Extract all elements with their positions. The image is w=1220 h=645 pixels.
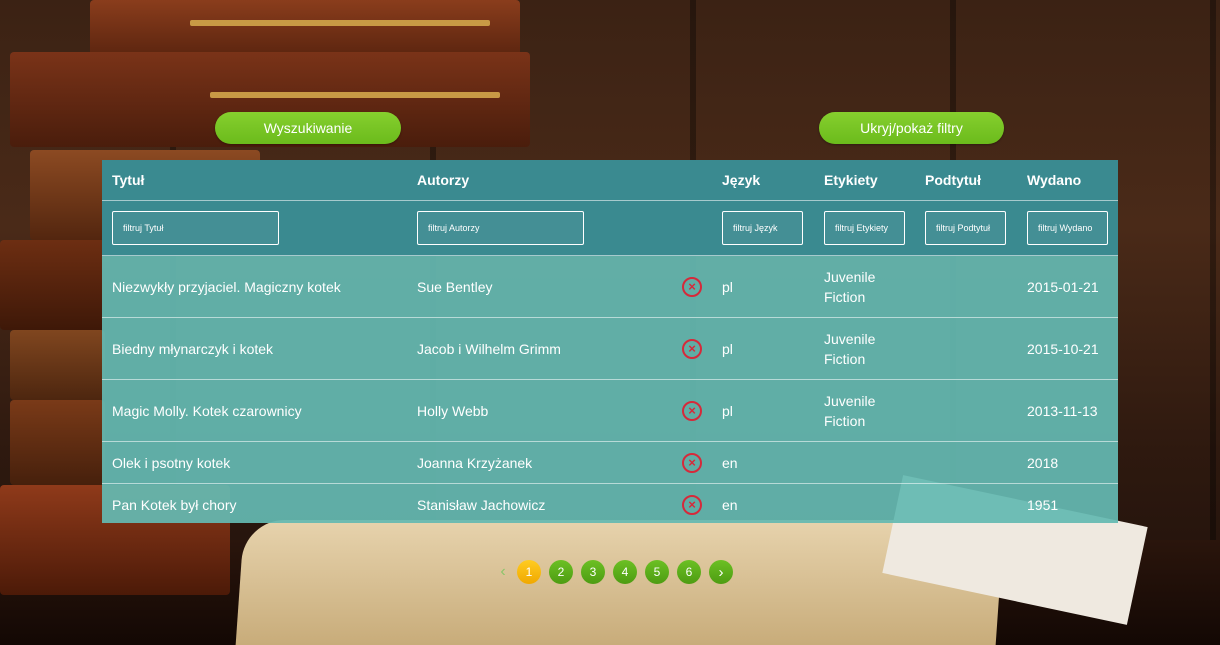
search-button[interactable]: Wyszukiwanie xyxy=(215,112,401,144)
cell-authors: Joanna Krzyżanek xyxy=(417,454,533,471)
column-header-subtitle[interactable]: Podtytuł xyxy=(925,160,981,200)
filter-subtitle-input[interactable] xyxy=(925,211,1006,245)
filter-language-input[interactable] xyxy=(722,211,803,245)
prev-page-chevron-icon[interactable]: ‹ xyxy=(495,560,511,584)
cell-language: pl xyxy=(722,402,733,419)
table-row[interactable]: Magic Molly. Kotek czarownicy Holly Webb… xyxy=(102,380,1118,442)
books-table: Tytuł Autorzy Język Etykiety Podtytuł Wy… xyxy=(102,160,1118,523)
page-button-3[interactable]: 3 xyxy=(581,560,605,584)
filter-tags-input[interactable] xyxy=(824,211,905,245)
table-row[interactable]: Olek i psotny kotek Joanna Krzyżanek × e… xyxy=(102,442,1118,484)
delete-icon[interactable]: × xyxy=(682,400,702,421)
cell-title: Olek i psotny kotek xyxy=(112,454,231,471)
table-row[interactable]: Biedny młynarczyk i kotek Jacob i Wilhel… xyxy=(102,318,1118,380)
cell-published: 2018 xyxy=(1027,454,1059,471)
cell-authors: Stanisław Jachowicz xyxy=(417,496,546,513)
header-row: Tytuł Autorzy Język Etykiety Podtytuł Wy… xyxy=(102,160,1118,201)
column-header-authors[interactable]: Autorzy xyxy=(417,160,469,200)
delete-icon[interactable]: × xyxy=(682,338,702,359)
delete-icon[interactable]: × xyxy=(682,452,702,473)
cell-published: 1951 xyxy=(1027,496,1059,513)
table-row[interactable]: Pan Kotek był chory Stanisław Jachowicz … xyxy=(102,484,1118,525)
delete-icon[interactable]: × xyxy=(682,494,702,515)
cell-title: Niezwykły przyjaciel. Magiczny kotek xyxy=(112,278,341,295)
cell-language: pl xyxy=(722,340,733,357)
cell-title: Magic Molly. Kotek czarownicy xyxy=(112,402,302,419)
page-button-2[interactable]: 2 xyxy=(549,560,573,584)
cell-published: 2015-10-21 xyxy=(1027,340,1099,357)
cell-language: en xyxy=(722,454,738,471)
cell-language: pl xyxy=(722,278,733,295)
cell-language: en xyxy=(722,496,738,513)
cell-authors: Holly Webb xyxy=(417,402,489,419)
column-header-tags[interactable]: Etykiety xyxy=(824,160,878,200)
cell-title: Biedny młynarczyk i kotek xyxy=(112,340,274,357)
pagination: ‹ 1 2 3 4 5 6 › xyxy=(495,560,741,584)
page-button-4[interactable]: 4 xyxy=(613,560,637,584)
filter-title-input[interactable] xyxy=(112,211,279,245)
cell-title: Pan Kotek był chory xyxy=(112,496,237,513)
column-header-title[interactable]: Tytuł xyxy=(112,160,144,200)
next-page-chevron-icon[interactable]: › xyxy=(709,560,733,584)
toggle-filters-button[interactable]: Ukryj/pokaż filtry xyxy=(819,112,1004,144)
cell-tags: Juvenile Fiction xyxy=(824,268,876,305)
cell-published: 2013-11-13 xyxy=(1027,402,1098,419)
delete-icon[interactable]: × xyxy=(682,276,702,297)
table-header: Tytuł Autorzy Język Etykiety Podtytuł Wy… xyxy=(102,160,1118,256)
column-header-published[interactable]: Wydano xyxy=(1027,160,1081,200)
filter-published-input[interactable] xyxy=(1027,211,1108,245)
table-row[interactable]: Niezwykły przyjaciel. Magiczny kotek Sue… xyxy=(102,256,1118,318)
cell-authors: Sue Bentley xyxy=(417,278,493,295)
filter-row xyxy=(102,201,1118,256)
filter-authors-input[interactable] xyxy=(417,211,584,245)
page-button-6[interactable]: 6 xyxy=(677,560,701,584)
cell-tags: Juvenile Fiction xyxy=(824,330,876,367)
page-button-5[interactable]: 5 xyxy=(645,560,669,584)
cell-tags: Juvenile Fiction xyxy=(824,392,876,429)
column-header-language[interactable]: Język xyxy=(722,160,760,200)
cell-published: 2015-01-21 xyxy=(1027,278,1099,295)
page-button-1[interactable]: 1 xyxy=(517,560,541,584)
table-body: Niezwykły przyjaciel. Magiczny kotek Sue… xyxy=(102,256,1118,525)
cell-authors: Jacob i Wilhelm Grimm xyxy=(417,340,561,357)
